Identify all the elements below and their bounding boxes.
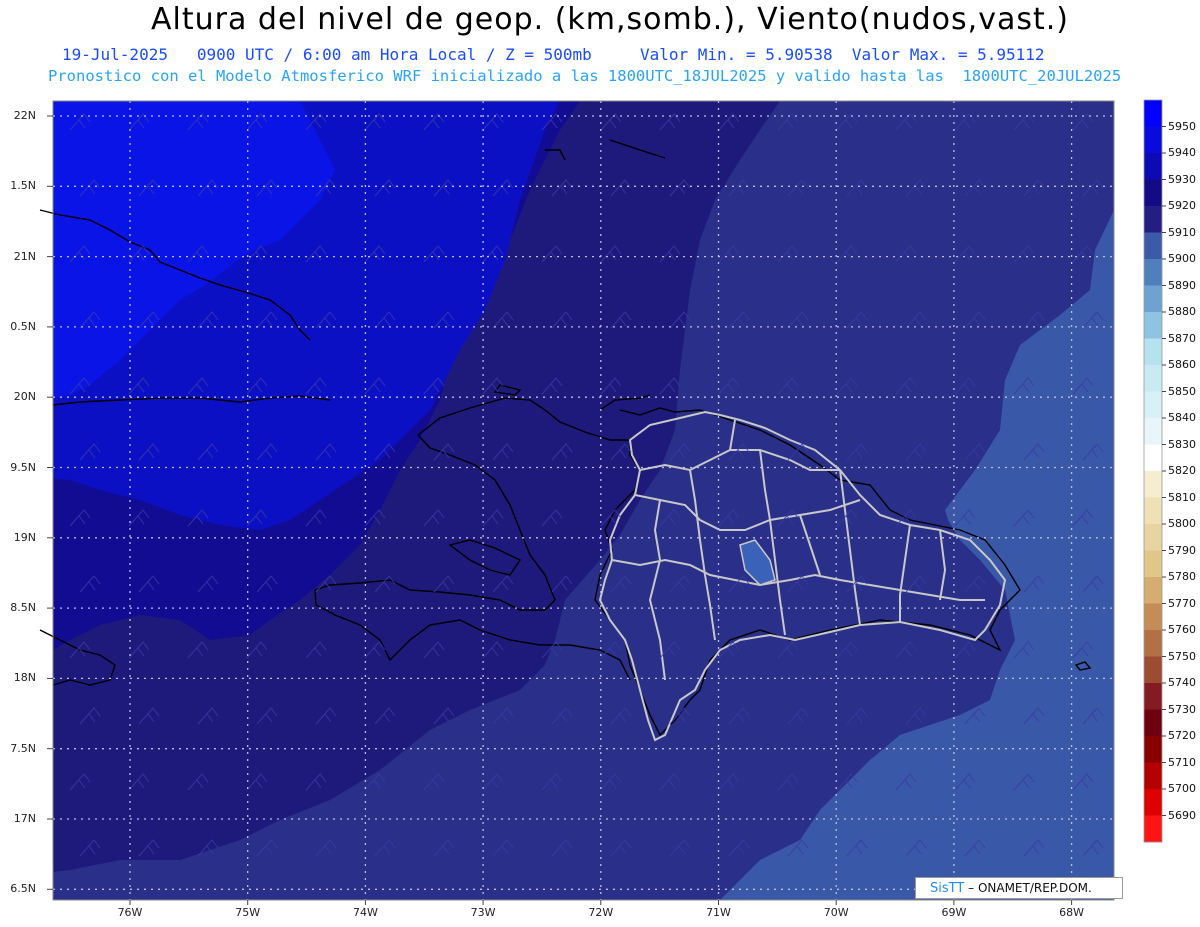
colorbar-swatch bbox=[1144, 603, 1162, 631]
colorbar-level-label: 5720 bbox=[1168, 729, 1196, 742]
colorbar-swatch bbox=[1144, 285, 1162, 313]
colorbar-swatch bbox=[1144, 444, 1162, 472]
colorbar-swatch bbox=[1144, 524, 1162, 551]
credit-box: SisTT – ONAMET/REP.DOM. bbox=[915, 877, 1123, 899]
colorbar-level-label: 5880 bbox=[1168, 305, 1196, 318]
lon-label: 69W bbox=[941, 906, 967, 919]
colorbar-level-label: 5730 bbox=[1168, 702, 1196, 716]
lon-label: 76W bbox=[117, 906, 143, 919]
colorbar-level-label: 5870 bbox=[1168, 331, 1196, 345]
colorbar-level-label: 5950 bbox=[1168, 119, 1196, 133]
colorbar-level-label: 5770 bbox=[1168, 596, 1196, 610]
lat-label: 19N bbox=[13, 530, 36, 544]
lon-label: 74W bbox=[352, 906, 378, 919]
colorbar-swatch bbox=[1144, 630, 1162, 657]
lat-label: 8.5N bbox=[10, 601, 36, 615]
lat-label: 9.5N bbox=[10, 460, 36, 474]
colorbar-swatch bbox=[1144, 312, 1162, 339]
colorbar-level-label: 5840 bbox=[1168, 411, 1196, 424]
colorbar-swatch bbox=[1144, 153, 1162, 180]
lat-label: 17N bbox=[13, 812, 36, 825]
colorbar-swatch bbox=[1144, 550, 1162, 578]
colorbar-level-label: 5930 bbox=[1168, 172, 1196, 186]
lat-label: 21N bbox=[13, 249, 36, 263]
map-canvas bbox=[39, 99, 1166, 905]
colorbar-swatch bbox=[1144, 815, 1162, 843]
colorbar-swatch bbox=[1144, 683, 1162, 710]
colorbar-level-label: 5710 bbox=[1168, 755, 1196, 769]
colorbar-level-label: 5800 bbox=[1168, 517, 1196, 530]
lat-label: 22N bbox=[13, 109, 36, 122]
colorbar-swatch bbox=[1144, 656, 1162, 684]
lat-label: 1.5N bbox=[10, 179, 36, 193]
colorbar-swatch bbox=[1144, 100, 1162, 127]
colorbar-swatch bbox=[1144, 338, 1162, 366]
colorbar-swatch bbox=[1144, 179, 1162, 207]
colorbar-level-label: 5820 bbox=[1168, 464, 1196, 477]
lat-label: 0.5N bbox=[10, 319, 36, 333]
colorbar-swatch bbox=[1144, 206, 1162, 233]
colorbar-swatch bbox=[1144, 497, 1162, 525]
colorbar-level-label: 5900 bbox=[1168, 252, 1196, 265]
colorbar-swatch bbox=[1144, 789, 1162, 816]
colorbar-swatch bbox=[1144, 365, 1162, 392]
lon-label: 75W bbox=[235, 906, 261, 919]
lon-label: 72W bbox=[588, 906, 614, 919]
lat-label: 18N bbox=[13, 671, 36, 685]
colorbar-level-label: 5910 bbox=[1168, 225, 1196, 239]
geopotential-fill bbox=[53, 101, 1114, 900]
colorbar-level-label: 5740 bbox=[1168, 676, 1196, 689]
colorbar-swatch bbox=[1144, 232, 1162, 260]
colorbar-level-label: 5750 bbox=[1168, 649, 1196, 663]
credit-text: – ONAMET/REP.DOM. bbox=[968, 881, 1092, 895]
colorbar-swatch bbox=[1144, 259, 1162, 286]
colorbar-swatch bbox=[1144, 762, 1162, 790]
lon-label: 73W bbox=[470, 906, 496, 919]
lon-label: 71W bbox=[706, 906, 731, 919]
colorbar-swatch bbox=[1144, 577, 1162, 604]
colorbar-level-label: 5700 bbox=[1168, 782, 1196, 795]
colorbar-swatch bbox=[1144, 736, 1162, 763]
lat-label: 6.5N bbox=[10, 882, 36, 896]
lat-label: 7.5N bbox=[10, 741, 36, 755]
colorbar-level-label: 5790 bbox=[1168, 543, 1196, 557]
colorbar-level-label: 5890 bbox=[1168, 278, 1196, 292]
colorbar-level-label: 5690 bbox=[1168, 808, 1196, 822]
colorbar-level-label: 5830 bbox=[1168, 437, 1196, 451]
colorbar-level-label: 5940 bbox=[1168, 146, 1196, 159]
lon-label: 68W bbox=[1059, 906, 1085, 919]
colorbar-level-label: 5780 bbox=[1168, 570, 1196, 583]
colorbar-level-label: 5760 bbox=[1168, 623, 1196, 636]
colorbar bbox=[1143, 99, 1166, 843]
lon-label: 70W bbox=[823, 906, 849, 919]
colorbar-swatch bbox=[1144, 471, 1162, 498]
colorbar-swatch bbox=[1144, 418, 1162, 445]
colorbar-level-label: 5860 bbox=[1168, 358, 1196, 371]
colorbar-swatch bbox=[1144, 391, 1162, 419]
colorbar-level-label: 5810 bbox=[1168, 490, 1196, 504]
lat-label: 20N bbox=[13, 390, 36, 404]
colorbar-swatch bbox=[1144, 709, 1162, 737]
sistt-logo: SisTT bbox=[930, 881, 965, 896]
colorbar-level-label: 5850 bbox=[1168, 384, 1196, 398]
colorbar-level-label: 5920 bbox=[1168, 199, 1196, 212]
colorbar-swatch bbox=[1144, 126, 1162, 154]
